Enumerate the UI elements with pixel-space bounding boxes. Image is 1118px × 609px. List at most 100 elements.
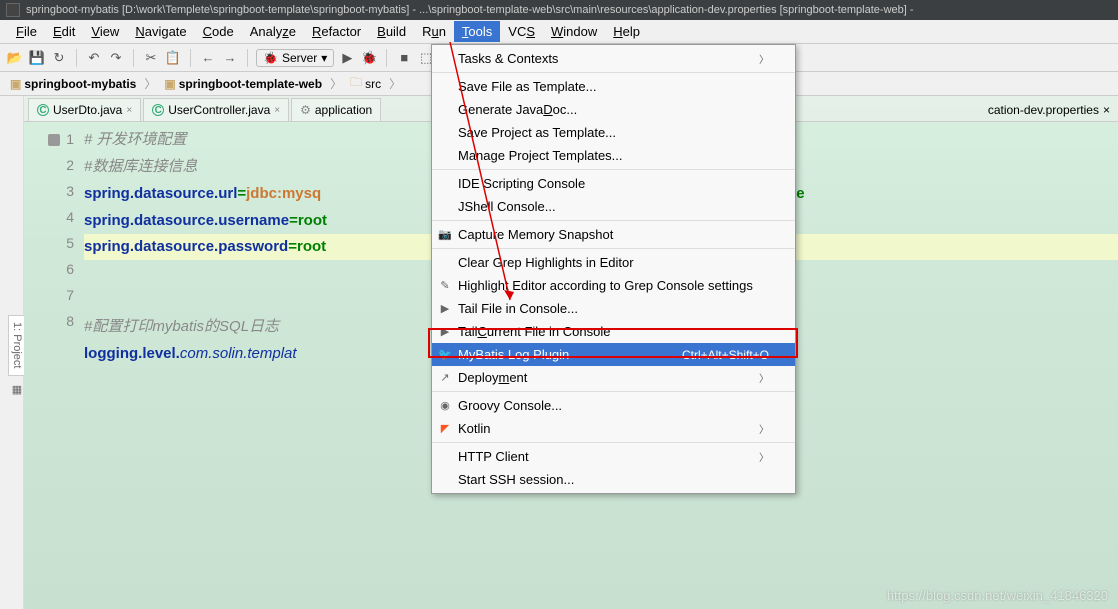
menu-vcs[interactable]: VCS (500, 21, 543, 42)
menu-navigate[interactable]: Navigate (127, 21, 194, 42)
menu-file[interactable]: File (8, 21, 45, 42)
copy-icon[interactable]: 📋 (164, 49, 182, 67)
back-icon[interactable]: ← (199, 49, 217, 67)
play-icon: ▶ (438, 325, 452, 338)
structure-icon[interactable]: ▦ (12, 379, 22, 400)
menu-kotlin[interactable]: ◤Kotlin〉 (432, 417, 795, 440)
class-icon: C (152, 104, 164, 116)
open-icon[interactable]: 📂 (6, 49, 24, 67)
watermark: https://blog.csdn.net/weixin_41846320 (887, 588, 1108, 603)
breadcrumb-module[interactable]: ▣ springboot-template-web (160, 75, 326, 93)
tab-right-file[interactable]: cation-dev.properties × (980, 99, 1118, 121)
menu-bar: File Edit View Navigate Code Analyze Ref… (0, 20, 1118, 44)
menu-save-file-template[interactable]: Save File as Template... (432, 75, 795, 98)
shortcut-label: Ctrl+Alt+Shift+O (682, 348, 769, 362)
pencil-icon: ✎ (438, 279, 452, 292)
camera-icon: 📷 (438, 228, 452, 241)
separator (247, 49, 248, 67)
title-bar: springboot-mybatis [D:\work\Templete\spr… (0, 0, 1118, 20)
submenu-arrow-icon: 〉 (759, 421, 769, 436)
save-icon[interactable]: 💾 (28, 49, 46, 67)
kotlin-icon: ◤ (438, 422, 452, 435)
menu-help[interactable]: Help (605, 21, 648, 42)
tools-dropdown: Tasks & Contexts〉 Save File as Template.… (431, 44, 796, 494)
menu-save-project-template[interactable]: Save Project as Template... (432, 121, 795, 144)
menu-tail-file[interactable]: ▶Tail File in Console... (432, 297, 795, 320)
menu-separator (432, 442, 795, 443)
code-line: #数据库连接信息 (84, 158, 197, 175)
menu-separator (432, 72, 795, 73)
run-icon[interactable]: ▶ (338, 49, 356, 67)
menu-tools[interactable]: Tools (454, 21, 500, 42)
code-line: logging.level.com.solin.templat (84, 345, 297, 362)
menu-jshell[interactable]: JShell Console... (432, 195, 795, 218)
close-icon[interactable]: × (1103, 103, 1110, 117)
code-line: # 开发环境配置 (84, 131, 187, 148)
separator (386, 49, 387, 67)
code-line (84, 291, 88, 308)
menu-separator (432, 220, 795, 221)
menu-http-client[interactable]: HTTP Client〉 (432, 445, 795, 468)
breakpoint-icon[interactable] (48, 134, 60, 146)
run-config-selector[interactable]: 🐞 Server ▾ (256, 49, 334, 67)
module-icon: ▣ (164, 77, 175, 91)
menu-window[interactable]: Window (543, 21, 605, 42)
refresh-icon[interactable]: ↻ (50, 49, 68, 67)
module-icon: ▣ (10, 77, 21, 91)
menu-capture-memory[interactable]: 📷Capture Memory Snapshot (432, 223, 795, 246)
menu-edit[interactable]: Edit (45, 21, 83, 42)
menu-tasks-contexts[interactable]: Tasks & Contexts〉 (432, 47, 795, 70)
menu-highlight-editor[interactable]: ✎Highlight Editor according to Grep Cons… (432, 274, 795, 297)
folder-icon: 🗀 (350, 73, 362, 94)
run-config-label: Server (282, 51, 317, 65)
menu-analyze[interactable]: Analyze (242, 21, 304, 42)
breadcrumb-separator: 〉 (389, 75, 401, 92)
submenu-arrow-icon: 〉 (759, 51, 769, 66)
forward-icon[interactable]: → (221, 49, 239, 67)
separator (133, 49, 134, 67)
redo-icon[interactable]: ↷ (107, 49, 125, 67)
cut-icon[interactable]: ✂ (142, 49, 160, 67)
chevron-down-icon: ▾ (321, 51, 327, 65)
close-icon[interactable]: × (274, 105, 280, 116)
undo-icon[interactable]: ↶ (85, 49, 103, 67)
menu-build[interactable]: Build (369, 21, 414, 42)
menu-groovy-console[interactable]: ◉Groovy Console... (432, 394, 795, 417)
menu-mybatis-log[interactable]: 🐦MyBatis Log PluginCtrl+Alt+Shift+O (432, 343, 795, 366)
code-line: spring.datasource.username=root (84, 212, 327, 229)
class-icon: C (37, 104, 49, 116)
mybatis-icon: 🐦 (438, 348, 452, 361)
menu-separator (432, 169, 795, 170)
close-icon[interactable]: × (126, 105, 132, 116)
breadcrumb-src[interactable]: 🗀 src (346, 71, 385, 96)
menu-clear-grep[interactable]: Clear Grep Highlights in Editor (432, 251, 795, 274)
groovy-icon: ◉ (438, 399, 452, 412)
menu-ide-scripting[interactable]: IDE Scripting Console (432, 172, 795, 195)
menu-manage-project-templates[interactable]: Manage Project Templates... (432, 144, 795, 167)
tab-application[interactable]: ⚙ application (291, 98, 381, 121)
submenu-arrow-icon: 〉 (759, 449, 769, 464)
menu-refactor[interactable]: Refactor (304, 21, 369, 42)
breadcrumb-separator: 〉 (330, 75, 342, 92)
debug-icon[interactable]: 🐞 (360, 49, 378, 67)
stop-icon[interactable]: ■ (395, 49, 413, 67)
properties-icon: ⚙ (300, 103, 311, 117)
breadcrumb-project[interactable]: ▣ springboot-mybatis (6, 75, 140, 93)
menu-tail-current[interactable]: ▶Tail Current File in Console (432, 320, 795, 343)
menu-start-ssh[interactable]: Start SSH session... (432, 468, 795, 491)
menu-separator (432, 248, 795, 249)
breadcrumb-separator: 〉 (144, 75, 156, 92)
gutter: 1 2345678 (24, 122, 84, 609)
separator (76, 49, 77, 67)
tab-userdto[interactable]: C UserDto.java × (28, 98, 141, 121)
menu-run[interactable]: Run (414, 21, 454, 42)
menu-code[interactable]: Code (195, 21, 242, 42)
submenu-arrow-icon: 〉 (759, 370, 769, 385)
tab-usercontroller[interactable]: C UserController.java × (143, 98, 289, 121)
menu-view[interactable]: View (83, 21, 127, 42)
menu-deployment[interactable]: ↗Deployment〉 (432, 366, 795, 389)
bug-icon: 🐞 (263, 51, 278, 65)
menu-generate-javadoc[interactable]: Generate JavaDoc... (432, 98, 795, 121)
app-logo-icon (6, 3, 20, 17)
separator (190, 49, 191, 67)
